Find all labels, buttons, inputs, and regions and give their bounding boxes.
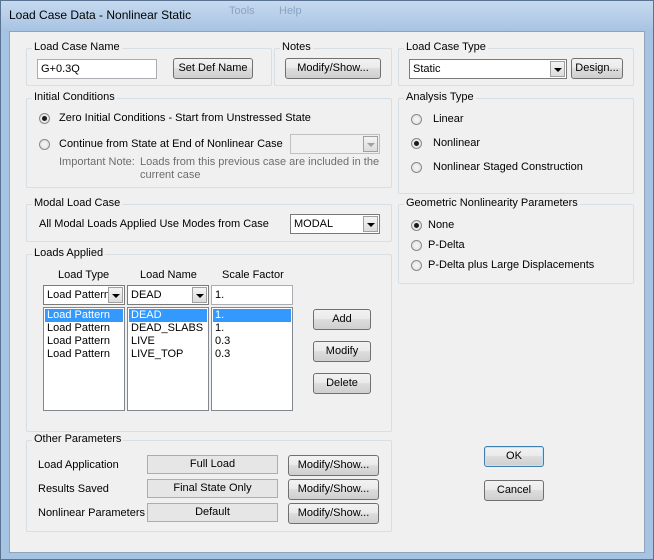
list-item[interactable]: DEAD_SLABS <box>129 322 207 335</box>
list-item[interactable]: LIVE <box>129 335 207 348</box>
load-name-edit-value: DEAD <box>131 289 162 301</box>
radio-nonlinear-staged[interactable] <box>411 162 422 173</box>
modal-load-case-group: Modal Load Case All Modal Loads Applied … <box>26 197 392 242</box>
list-item[interactable]: 0.3 <box>213 348 291 361</box>
results-saved-modify-button[interactable]: Modify/Show... <box>288 479 379 500</box>
other-parameters-legend: Other Parameters <box>32 433 124 445</box>
list-item[interactable]: Load Pattern <box>45 322 123 335</box>
title-bar[interactable]: Load Case Data - Nonlinear Static Tools … <box>1 1 653 29</box>
load-case-type-dropdown[interactable]: Static <box>409 59 567 79</box>
p-delta-large-label[interactable]: P-Delta plus Large Displacements <box>428 259 594 271</box>
list-item[interactable]: 0.3 <box>213 335 291 348</box>
p-delta-label[interactable]: P-Delta <box>428 239 465 251</box>
none-label[interactable]: None <box>428 219 454 231</box>
list-item[interactable]: 1. <box>213 309 291 322</box>
radio-p-delta-large[interactable] <box>411 260 422 271</box>
analysis-type-group: Analysis Type Linear Nonlinear Nonlinear… <box>398 91 634 194</box>
radio-p-delta[interactable] <box>411 240 422 251</box>
notes-legend: Notes <box>280 41 313 53</box>
ok-button[interactable]: OK <box>484 446 544 467</box>
cancel-button[interactable]: Cancel <box>484 480 544 501</box>
background-menu-tools: Tools <box>229 5 255 17</box>
continue-state-label[interactable]: Continue from State at End of Nonlinear … <box>59 138 283 150</box>
chevron-down-icon[interactable] <box>108 287 123 303</box>
modify-button[interactable]: Modify <box>313 341 371 362</box>
chevron-down-icon[interactable] <box>192 287 207 303</box>
chevron-down-icon[interactable] <box>550 61 565 77</box>
modal-case-value: MODAL <box>294 218 334 230</box>
load-name-list[interactable]: DEAD DEAD_SLABS LIVE LIVE_TOP <box>127 307 209 411</box>
linear-label[interactable]: Linear <box>433 113 464 125</box>
load-case-type-legend: Load Case Type <box>404 41 488 53</box>
results-saved-label: Results Saved <box>38 483 109 495</box>
load-case-name-input[interactable]: G+0.3Q <box>37 59 157 79</box>
dialog-client-area: Load Case Name G+0.3Q Set Def Name Notes… <box>9 31 645 553</box>
load-name-dropdown[interactable]: DEAD <box>127 285 209 305</box>
load-application-value: Full Load <box>147 455 278 474</box>
nonlinear-parameters-value: Default <box>147 503 278 522</box>
important-note-text-2: current case <box>140 169 201 181</box>
chevron-down-icon[interactable] <box>363 216 378 232</box>
list-item[interactable]: Load Pattern <box>45 335 123 348</box>
window-title: Load Case Data - Nonlinear Static <box>9 8 192 22</box>
dialog-window: Load Case Data - Nonlinear Static Tools … <box>0 0 654 560</box>
load-name-header: Load Name <box>140 269 197 281</box>
modal-load-case-legend: Modal Load Case <box>32 197 123 209</box>
scale-factor-list[interactable]: 1. 1. 0.3 0.3 <box>211 307 293 411</box>
loads-applied-group: Loads Applied Load Type Load Name Scale … <box>26 247 392 432</box>
design-button[interactable]: Design... <box>571 58 623 79</box>
loads-applied-legend: Loads Applied <box>32 247 106 259</box>
load-type-list[interactable]: Load Pattern Load Pattern Load Pattern L… <box>43 307 125 411</box>
load-case-type-group: Load Case Type Static Design... <box>398 41 634 86</box>
nonlinear-parameters-label: Nonlinear Parameters <box>38 507 145 519</box>
load-case-name-group: Load Case Name G+0.3Q Set Def Name <box>26 41 272 86</box>
analysis-type-legend: Analysis Type <box>404 91 476 103</box>
notes-group: Notes Modify/Show... <box>274 41 392 86</box>
radio-zero-initial[interactable] <box>39 113 50 124</box>
load-application-label: Load Application <box>38 459 119 471</box>
important-note-label: Important Note: <box>59 156 135 168</box>
radio-none[interactable] <box>411 220 422 231</box>
modal-load-case-label: All Modal Loads Applied Use Modes from C… <box>39 218 269 230</box>
important-note-text-1: Loads from this previous case are includ… <box>140 156 380 168</box>
list-item[interactable]: DEAD <box>129 309 207 322</box>
initial-conditions-group: Initial Conditions Zero Initial Conditio… <box>26 91 392 188</box>
radio-continue-state[interactable] <box>39 139 50 150</box>
initial-conditions-legend: Initial Conditions <box>32 91 117 103</box>
nonlinear-label[interactable]: Nonlinear <box>433 137 480 149</box>
list-item[interactable]: Load Pattern <box>45 348 123 361</box>
list-item[interactable]: LIVE_TOP <box>129 348 207 361</box>
load-case-name-legend: Load Case Name <box>32 41 122 53</box>
continue-case-dropdown <box>290 134 380 154</box>
chevron-down-icon <box>363 136 378 152</box>
notes-modify-show-button[interactable]: Modify/Show... <box>285 58 381 79</box>
load-case-type-value: Static <box>413 63 441 75</box>
list-item[interactable]: Load Pattern <box>45 309 123 322</box>
nonlinear-parameters-modify-button[interactable]: Modify/Show... <box>288 503 379 524</box>
background-menu-help: Help <box>279 5 302 17</box>
radio-nonlinear[interactable] <box>411 138 422 149</box>
delete-button[interactable]: Delete <box>313 373 371 394</box>
load-application-modify-button[interactable]: Modify/Show... <box>288 455 379 476</box>
scale-factor-header: Scale Factor <box>222 269 284 281</box>
load-type-dropdown[interactable]: Load Pattern <box>43 285 125 305</box>
load-type-header: Load Type <box>58 269 110 281</box>
list-item[interactable]: 1. <box>213 322 291 335</box>
zero-initial-label[interactable]: Zero Initial Conditions - Start from Uns… <box>59 112 311 124</box>
scale-factor-input[interactable]: 1. <box>211 285 293 305</box>
nonlinear-staged-label[interactable]: Nonlinear Staged Construction <box>433 161 583 173</box>
other-parameters-group: Other Parameters Load Application Full L… <box>26 433 392 532</box>
modal-case-dropdown[interactable]: MODAL <box>290 214 380 234</box>
add-button[interactable]: Add <box>313 309 371 330</box>
load-type-edit-value: Load Pattern <box>47 289 110 301</box>
results-saved-value: Final State Only <box>147 479 278 498</box>
set-def-name-button[interactable]: Set Def Name <box>173 58 253 79</box>
geometric-nonlinearity-legend: Geometric Nonlinearity Parameters <box>404 197 580 209</box>
geometric-nonlinearity-group: Geometric Nonlinearity Parameters None P… <box>398 197 634 284</box>
radio-linear[interactable] <box>411 114 422 125</box>
